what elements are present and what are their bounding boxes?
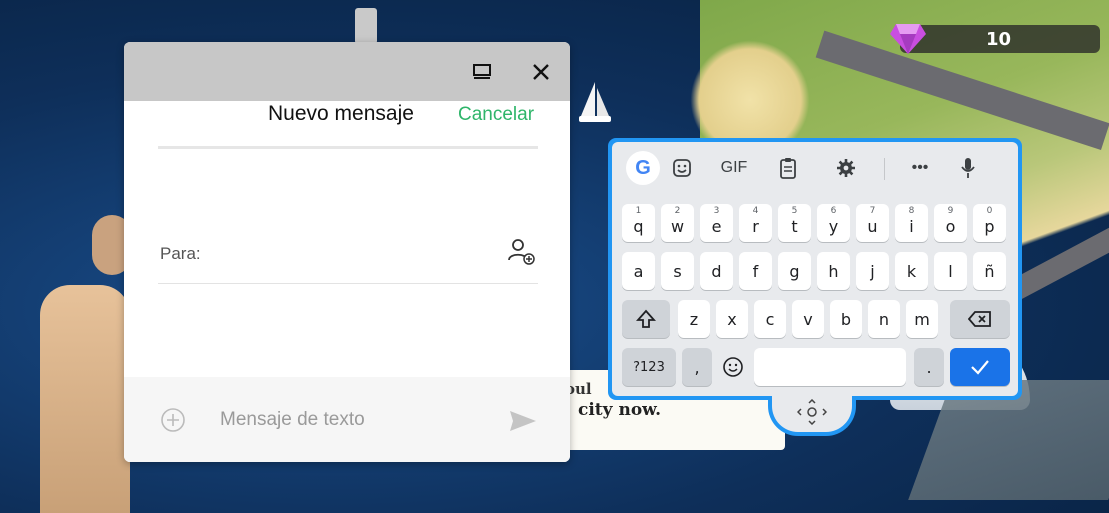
google-logo: G bbox=[635, 156, 651, 179]
backspace-key[interactable] bbox=[950, 300, 1010, 338]
key-s[interactable]: s bbox=[661, 252, 694, 290]
key-label: t bbox=[791, 216, 798, 236]
sailboat bbox=[579, 82, 611, 122]
shift-key[interactable] bbox=[622, 300, 670, 338]
window-restore-icon[interactable] bbox=[468, 58, 496, 86]
enter-key[interactable] bbox=[950, 348, 1010, 386]
gem-count: 10 bbox=[986, 29, 1012, 50]
recipient-label: Para: bbox=[160, 244, 201, 263]
key-label: w bbox=[670, 216, 685, 236]
dialogue-line-2: city now. bbox=[578, 400, 661, 420]
symbols-key[interactable]: ?123 bbox=[622, 348, 676, 386]
key-m[interactable]: m bbox=[906, 300, 938, 338]
sticker-icon[interactable] bbox=[666, 152, 698, 184]
key-e[interactable]: 3e bbox=[700, 204, 733, 242]
clipboard-icon[interactable] bbox=[772, 152, 804, 184]
gear-icon[interactable] bbox=[830, 152, 862, 184]
add-circle-icon[interactable] bbox=[160, 407, 186, 433]
virtual-keyboard: G GIF ••• 1q2w3e4r5t6y7u8i9o0p asdfghjkl… bbox=[612, 142, 1018, 396]
key-l[interactable]: l bbox=[934, 252, 967, 290]
compose-bar: Mensaje de texto bbox=[124, 377, 570, 462]
key-hint: 9 bbox=[947, 206, 954, 216]
key-h[interactable]: h bbox=[817, 252, 850, 290]
move-handle-icon[interactable] bbox=[794, 398, 830, 426]
key-hint: 0 bbox=[986, 206, 993, 216]
key-v[interactable]: v bbox=[792, 300, 824, 338]
dialog-titlebar bbox=[124, 42, 570, 101]
cancel-button[interactable]: Cancelar bbox=[458, 104, 534, 126]
key-f[interactable]: f bbox=[739, 252, 772, 290]
key-label: i bbox=[909, 216, 914, 236]
recipient-field[interactable]: Para: bbox=[158, 224, 538, 284]
emoji-icon[interactable] bbox=[718, 348, 748, 386]
keyboard-toolbar: G GIF ••• bbox=[612, 146, 1018, 190]
key-u[interactable]: 7u bbox=[856, 204, 889, 242]
close-icon[interactable] bbox=[527, 58, 555, 86]
header-divider bbox=[158, 146, 538, 149]
key-label: p bbox=[984, 216, 995, 236]
key-hint: 2 bbox=[674, 206, 681, 216]
key-label: e bbox=[711, 216, 722, 236]
key-w[interactable]: 2w bbox=[661, 204, 694, 242]
dialog-title: Nuevo mensaje bbox=[268, 102, 414, 125]
character-jacket bbox=[40, 285, 130, 513]
key-hint: 3 bbox=[713, 206, 720, 216]
lighthouse bbox=[355, 8, 377, 44]
key-hint: 7 bbox=[869, 206, 876, 216]
key-g[interactable]: g bbox=[778, 252, 811, 290]
toolbar-separator bbox=[884, 158, 885, 180]
key-x[interactable]: x bbox=[716, 300, 748, 338]
key-b[interactable]: b bbox=[830, 300, 862, 338]
key-d[interactable]: d bbox=[700, 252, 733, 290]
microphone-icon[interactable] bbox=[952, 152, 984, 184]
key-hint: 5 bbox=[791, 206, 798, 216]
key-r[interactable]: 4r bbox=[739, 204, 772, 242]
space-key[interactable] bbox=[754, 348, 906, 386]
key-hint: 1 bbox=[635, 206, 642, 216]
key-t[interactable]: 5t bbox=[778, 204, 811, 242]
comma-key[interactable]: , bbox=[682, 348, 712, 386]
key-label: r bbox=[752, 216, 759, 236]
period-key[interactable]: . bbox=[914, 348, 944, 386]
key-hint: 8 bbox=[908, 206, 915, 216]
more-options-icon[interactable]: ••• bbox=[904, 152, 936, 184]
key-z[interactable]: z bbox=[678, 300, 710, 338]
gem-icon bbox=[890, 24, 926, 54]
key-y[interactable]: 6y bbox=[817, 204, 850, 242]
key-hint: 6 bbox=[830, 206, 837, 216]
key-p[interactable]: 0p bbox=[973, 204, 1006, 242]
key-ñ[interactable]: ñ bbox=[973, 252, 1006, 290]
key-label: y bbox=[828, 216, 839, 236]
key-i[interactable]: 8i bbox=[895, 204, 928, 242]
new-message-dialog: Nuevo mensaje Cancelar Para: Mensaje de … bbox=[124, 42, 570, 462]
advisor-character bbox=[0, 215, 132, 513]
key-c[interactable]: c bbox=[754, 300, 786, 338]
gif-button[interactable]: GIF bbox=[714, 152, 754, 184]
key-j[interactable]: j bbox=[856, 252, 889, 290]
key-label: u bbox=[867, 216, 878, 236]
key-a[interactable]: a bbox=[622, 252, 655, 290]
screen: oul city now. 10 Nuevo mensaje Cancelar … bbox=[0, 0, 1109, 513]
add-contact-icon[interactable] bbox=[506, 236, 536, 266]
key-hint: 4 bbox=[752, 206, 759, 216]
key-label: o bbox=[945, 216, 956, 236]
key-q[interactable]: 1q bbox=[622, 204, 655, 242]
key-k[interactable]: k bbox=[895, 252, 928, 290]
google-icon[interactable]: G bbox=[626, 151, 660, 185]
key-n[interactable]: n bbox=[868, 300, 900, 338]
key-label: q bbox=[633, 216, 644, 236]
message-input[interactable]: Mensaje de texto bbox=[220, 409, 365, 431]
key-o[interactable]: 9o bbox=[934, 204, 967, 242]
send-icon[interactable] bbox=[508, 409, 538, 433]
